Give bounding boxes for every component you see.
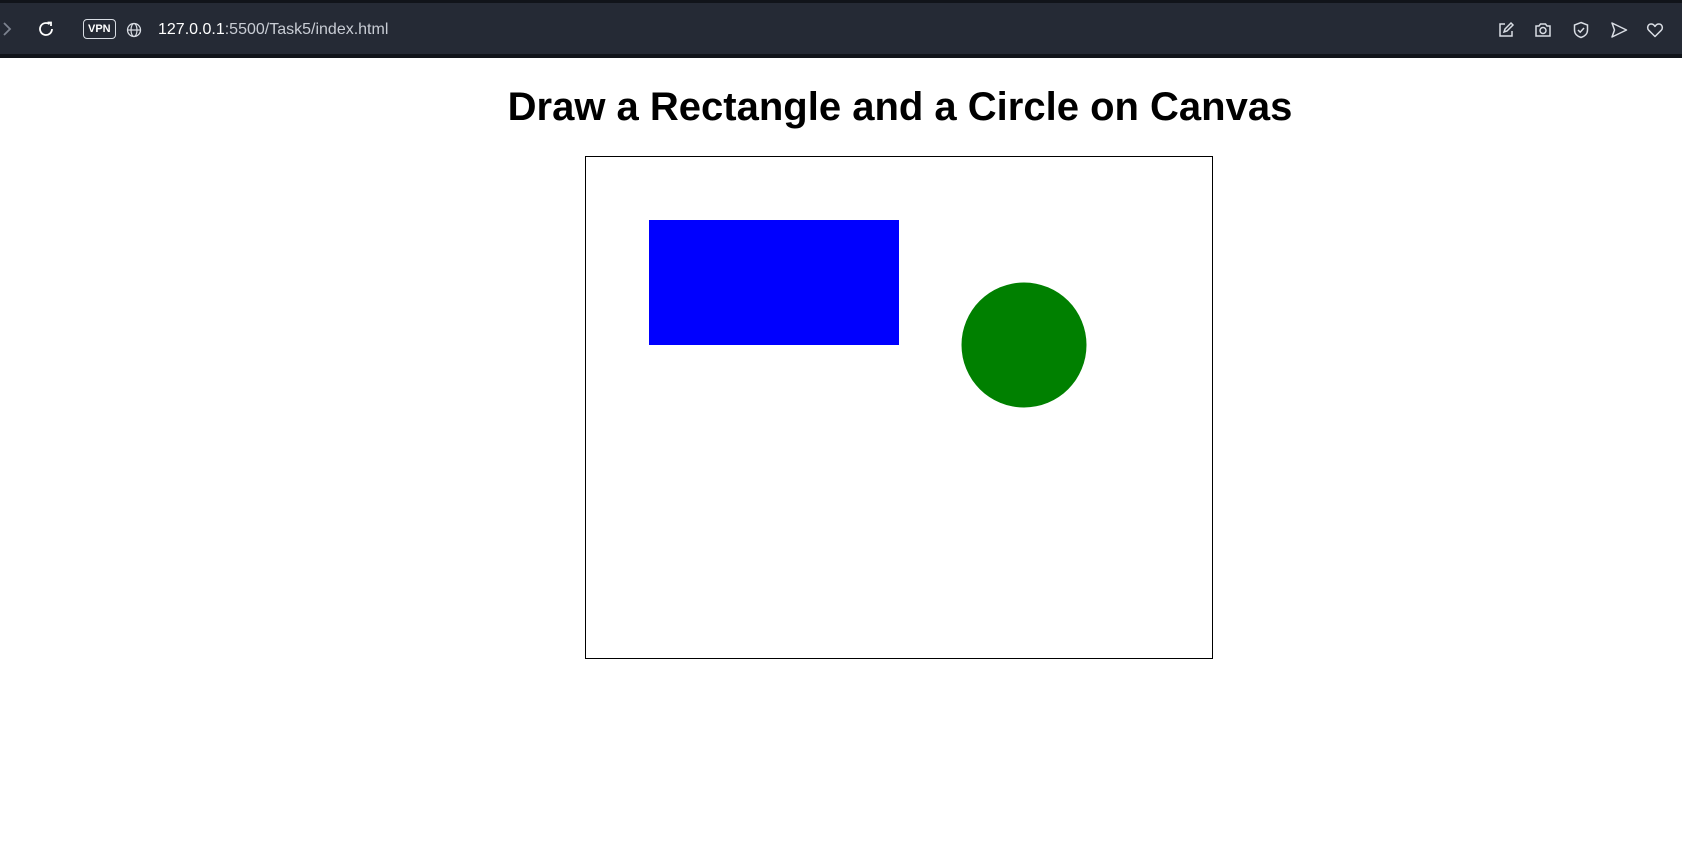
address-bar[interactable]: 127.0.0.1:5500/Task5/index.html [158,20,388,40]
blue-rectangle [649,220,899,345]
globe-icon[interactable] [124,20,144,40]
edit-icon[interactable] [1495,19,1517,41]
send-icon[interactable] [1608,19,1630,41]
page-title: Draw a Rectangle and a Circle on Canvas [507,85,1293,129]
drawing-canvas [585,156,1213,659]
url-host: 127.0.0.1 [158,21,225,38]
chevron-right-icon[interactable] [0,17,14,41]
reload-icon[interactable] [34,17,58,41]
browser-toolbar: VPN 127.0.0.1:5500/Task5/index.html [0,0,1682,58]
url-path: :5500/Task5/index.html [224,21,389,38]
green-circle [961,282,1087,408]
shield-check-icon[interactable] [1570,19,1592,41]
vpn-badge[interactable]: VPN [83,19,116,39]
camera-icon[interactable] [1532,19,1554,41]
heart-icon[interactable] [1644,19,1666,41]
